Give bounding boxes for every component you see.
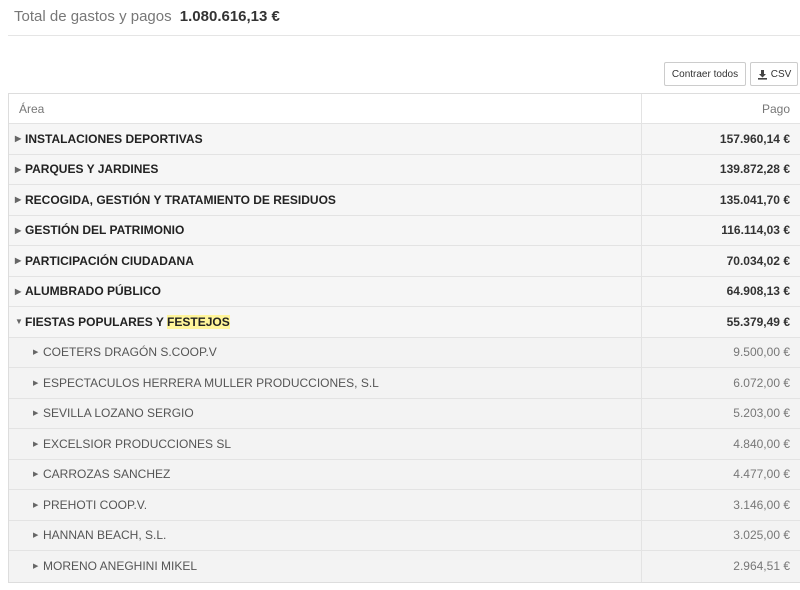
pago-cell: 3.146,00 €	[733, 497, 790, 512]
area-group-row[interactable]: ▶ INSTALACIONES DEPORTIVAS 157.960,14 €	[9, 124, 800, 155]
csv-label: CSV	[770, 68, 792, 80]
pago-cell: 55.379,49 €	[726, 314, 790, 329]
area-cell: ▶ COETERS DRAGÓN S.COOP.V	[9, 337, 642, 367]
pago-cell: 4.840,00 €	[733, 436, 790, 451]
collapse-all-label: Contraer todos	[671, 68, 739, 80]
table-header-row: Área Pago	[9, 94, 800, 124]
caret-right-icon[interactable]: ▶	[33, 531, 43, 539]
area-group-row[interactable]: ▶ ALUMBRADO PÚBLICO 64.908,13 €	[9, 276, 800, 307]
pago-cell: 70.034,02 €	[726, 253, 790, 268]
group-name: PARQUES Y JARDINES	[25, 162, 159, 177]
header-divider	[8, 35, 800, 36]
vendor-row[interactable]: ▶ COETERS DRAGÓN S.COOP.V 9.500,00 €	[9, 337, 800, 368]
area-group-row-expanded[interactable]: ▼ FIESTAS POPULARES Y FESTEJOS 55.379,49 €	[9, 307, 800, 338]
caret-right-icon[interactable]: ▶	[33, 501, 43, 509]
pago-cell: 157.960,14 €	[719, 131, 790, 146]
area-group-row[interactable]: ▶ RECOGIDA, GESTIÓN Y TRATAMIENTO DE RESI…	[9, 185, 800, 216]
csv-export-button[interactable]: CSV	[750, 62, 798, 86]
area-cell: ▶ SEVILLA LOZANO SERGIO	[9, 398, 642, 428]
pago-cell: 2.964,51 €	[733, 559, 790, 574]
vendor-row[interactable]: ▶ PREHOTI COOP.V. 3.146,00 €	[9, 490, 800, 521]
vendor-name: SEVILLA LOZANO SERGIO	[43, 406, 194, 421]
vendor-row[interactable]: ▶ CARROZAS SANCHEZ 4.477,00 €	[9, 459, 800, 490]
pago-cell: 116.114,03 €	[721, 223, 790, 238]
caret-right-icon[interactable]: ▶	[33, 409, 43, 417]
area-cell: ▶ PARQUES Y JARDINES	[9, 154, 642, 184]
vendor-name: HANNAN BEACH, S.L.	[43, 528, 167, 543]
group-name: INSTALACIONES DEPORTIVAS	[25, 131, 203, 146]
area-cell: ▶ ALUMBRADO PÚBLICO	[9, 276, 642, 306]
vendor-row[interactable]: ▶ EXCELSIOR PRODUCCIONES SL 4.840,00 €	[9, 429, 800, 460]
caret-right-icon[interactable]: ▶	[33, 470, 43, 478]
vendor-row[interactable]: ▶ MORENO ANEGHINI MIKEL 2.964,51 €	[9, 551, 800, 582]
pago-cell: 9.500,00 €	[733, 345, 790, 360]
caret-right-icon[interactable]: ▶	[33, 379, 43, 387]
caret-right-icon[interactable]: ▶	[15, 226, 25, 235]
group-name: ALUMBRADO PÚBLICO	[25, 284, 161, 299]
area-group-row[interactable]: ▶ GESTIÓN DEL PATRIMONIO 116.114,03 €	[9, 215, 800, 246]
total-summary: Total de gastos y pagos 1.080.616,13 €	[14, 8, 280, 25]
caret-right-icon[interactable]: ▶	[33, 348, 43, 356]
area-cell: ▶ HANNAN BEACH, S.L.	[9, 520, 642, 550]
area-cell: ▶ PARTICIPACIÓN CIUDADANA	[9, 246, 642, 276]
area-cell: ▶ EXCELSIOR PRODUCCIONES SL	[9, 429, 642, 459]
vendor-name: MORENO ANEGHINI MIKEL	[43, 559, 198, 574]
expenses-table: Área Pago ▶ INSTALACIONES DEPORTIVAS 157.9…	[8, 93, 800, 583]
area-cell: ▶ PREHOTI COOP.V.	[9, 490, 642, 520]
group-name: GESTIÓN DEL PATRIMONIO	[25, 223, 185, 238]
area-group-row[interactable]: ▶ PARQUES Y JARDINES 139.872,28 €	[9, 154, 800, 185]
pago-cell: 135.041,70 €	[719, 192, 790, 207]
total-amount: 1.080.616,13 €	[179, 8, 280, 25]
pago-cell: 139.872,28 €	[719, 162, 790, 177]
caret-right-icon[interactable]: ▶	[15, 134, 25, 143]
vendor-row[interactable]: ▶ SEVILLA LOZANO SERGIO 5.203,00 €	[9, 398, 800, 429]
area-cell: ▶ ESPECTACULOS HERRERA MULLER PRODUCCIONE…	[9, 368, 642, 398]
vendor-name: PREHOTI COOP.V.	[43, 497, 148, 512]
group-name: PARTICIPACIÓN CIUDADANA	[25, 253, 194, 268]
search-highlight: FESTEJOS	[167, 314, 230, 329]
vendor-name: EXCELSIOR PRODUCCIONES SL	[43, 436, 232, 451]
pago-cell: 5.203,00 €	[733, 406, 790, 421]
caret-right-icon[interactable]: ▶	[15, 256, 25, 265]
vendor-name: ESPECTACULOS HERRERA MULLER PRODUCCIONES…	[43, 375, 379, 390]
group-name: FIESTAS POPULARES Y	[25, 314, 168, 329]
caret-right-icon[interactable]: ▶	[33, 440, 43, 448]
area-cell: ▶ RECOGIDA, GESTIÓN Y TRATAMIENTO DE RESI…	[9, 185, 642, 215]
area-cell: ▶ CARROZAS SANCHEZ	[9, 459, 642, 489]
caret-down-icon[interactable]: ▼	[15, 317, 25, 326]
caret-right-icon[interactable]: ▶	[15, 287, 25, 296]
group-name: RECOGIDA, GESTIÓN Y TRATAMIENTO DE RESID…	[25, 192, 336, 207]
caret-right-icon[interactable]: ▶	[33, 562, 43, 570]
caret-right-icon[interactable]: ▶	[15, 165, 25, 174]
pago-cell: 3.025,00 €	[733, 528, 790, 543]
total-label: Total de gastos y pagos	[14, 8, 172, 25]
area-cell: ▼ FIESTAS POPULARES Y FESTEJOS	[9, 307, 642, 337]
area-cell: ▶ GESTIÓN DEL PATRIMONIO	[9, 215, 642, 245]
pago-cell: 6.072,00 €	[733, 375, 790, 390]
area-cell: ▶ INSTALACIONES DEPORTIVAS	[9, 124, 642, 154]
download-icon	[757, 69, 768, 80]
pago-cell: 64.908,13 €	[726, 284, 790, 299]
pago-cell: 4.477,00 €	[733, 467, 790, 482]
column-header-pago[interactable]: Pago	[642, 94, 800, 123]
vendor-row[interactable]: ▶ HANNAN BEACH, S.L. 3.025,00 €	[9, 520, 800, 551]
caret-right-icon[interactable]: ▶	[15, 195, 25, 204]
vendor-row[interactable]: ▶ ESPECTACULOS HERRERA MULLER PRODUCCIONE…	[9, 368, 800, 399]
collapse-all-button[interactable]: Contraer todos	[664, 62, 746, 86]
column-header-area[interactable]: Área	[9, 94, 642, 123]
area-cell: ▶ MORENO ANEGHINI MIKEL	[9, 551, 642, 582]
vendor-name: CARROZAS SANCHEZ	[43, 467, 171, 482]
area-group-row[interactable]: ▶ PARTICIPACIÓN CIUDADANA 70.034,02 €	[9, 246, 800, 277]
vendor-name: COETERS DRAGÓN S.COOP.V	[43, 345, 217, 360]
